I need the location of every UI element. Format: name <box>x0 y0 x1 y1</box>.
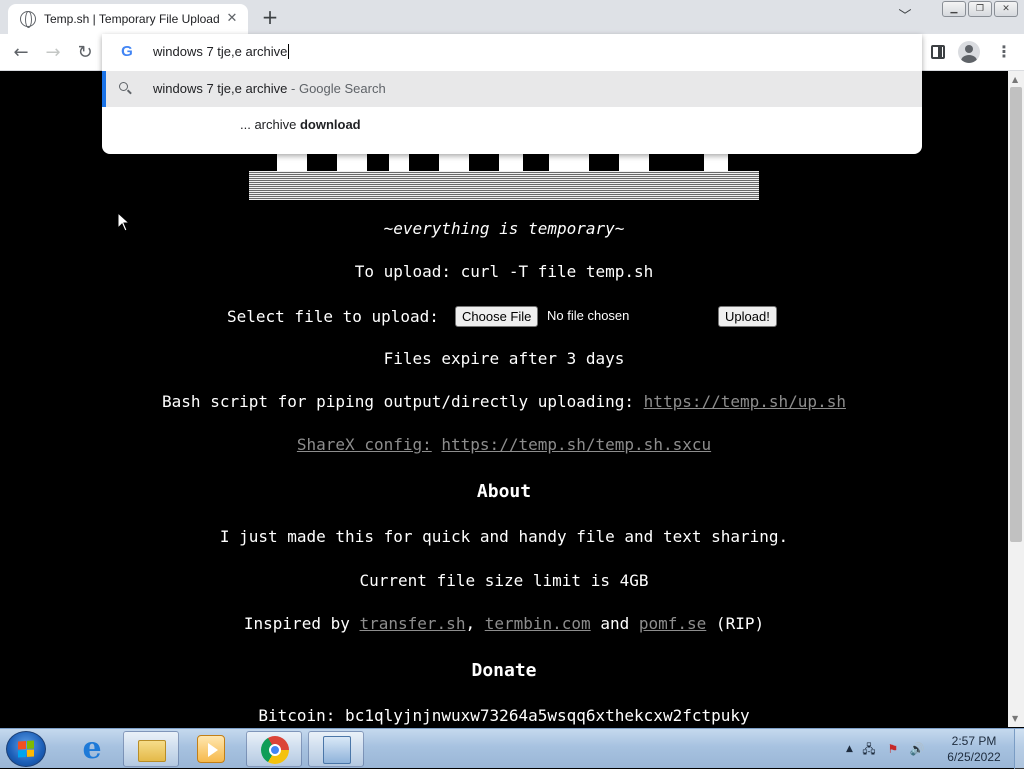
sharex-file-link[interactable]: https://temp.sh/temp.sh.sxcu <box>441 435 711 454</box>
scroll-down-arrow-icon[interactable]: ▼ <box>1012 714 1018 723</box>
upload-command: To upload: curl -T file temp.sh <box>354 262 654 281</box>
text-caret <box>288 44 290 59</box>
network-icon[interactable]: 🖧 <box>861 741 877 757</box>
omnibox-input[interactable]: G windows 7 tje,e archive <box>102 34 922 71</box>
about-text: I just made this for quick and handy fil… <box>219 527 789 546</box>
minimize-button[interactable]: ▁ <box>942 1 966 17</box>
chrome-icon <box>261 736 289 764</box>
media-player-icon <box>197 735 225 763</box>
back-button[interactable]: ← <box>8 40 34 66</box>
remote-desktop-icon <box>323 736 351 764</box>
forward-button[interactable]: → <box>40 40 66 66</box>
clock-time: 2:57 PM <box>951 734 997 748</box>
no-file-chosen-text: No file chosen <box>547 308 630 323</box>
folder-icon <box>138 740 166 762</box>
omnibox-text: windows 7 tje,e archive <box>153 44 288 59</box>
about-heading: About <box>476 481 532 502</box>
windows-flag-icon <box>18 740 34 758</box>
tab-close-icon[interactable]: ✕ <box>224 11 240 27</box>
pomf-link[interactable]: pomf.se <box>639 614 706 633</box>
globe-icon <box>20 11 36 28</box>
bitcoin-address: Bitcoin: bc1qlyjnjnwuxw73264a5wsqq6xthek… <box>258 706 750 725</box>
browser-tab[interactable]: Temp.sh | Temporary File Upload ✕ <box>8 4 248 34</box>
scrollbar-thumb[interactable] <box>1010 87 1022 542</box>
window-controls: ▁ ❐ ✕ <box>942 1 1018 17</box>
upload-form: Select file to upload: Choose File No fi… <box>0 305 1008 329</box>
bash-script-label: Bash script for piping output/directly u… <box>162 392 644 411</box>
suggestion-prefix: ... archive <box>240 117 300 132</box>
suggestion-google-search[interactable]: windows 7 tje,e archive - Google Search <box>102 71 922 107</box>
start-button[interactable] <box>6 731 46 767</box>
sharex-line: ShareX config: https://temp.sh/temp.sh.s… <box>0 435 1008 454</box>
scroll-up-arrow-icon[interactable]: ▲ <box>1012 75 1018 84</box>
show-hidden-icons-arrow-icon[interactable]: ▲ <box>846 744 853 754</box>
bash-script-link[interactable]: https://temp.sh/up.sh <box>644 392 846 411</box>
taskbar-internet-explorer[interactable]: e <box>64 731 120 767</box>
suggestion-text: windows 7 tje,e archive <box>153 81 288 96</box>
tab-search-chevron-icon[interactable]: ﹀ <box>896 8 914 26</box>
transfer-sh-link[interactable]: transfer.sh <box>359 614 465 633</box>
donate-heading: Donate <box>471 660 537 681</box>
tagline: ~everything is temporary~ <box>383 219 625 238</box>
inspired-rip: (RIP) <box>706 614 765 633</box>
selection-indicator <box>102 71 106 107</box>
expire-text: Files expire after 3 days <box>383 349 625 368</box>
suggestion-bold: download <box>299 117 361 132</box>
upload-button[interactable]: Upload! <box>718 306 777 327</box>
internet-explorer-icon: e <box>82 731 102 766</box>
inspired-label: Inspired by <box>243 614 360 633</box>
windows-taskbar: e ▲ 🖧 ⚑ 🔊 2:57 PM 6/25/2022 <box>0 728 1024 769</box>
termbin-link[interactable]: termbin.com <box>485 614 591 633</box>
suggestion-completion[interactable]: ... archive download <box>102 107 922 143</box>
reload-button[interactable]: ↻ <box>72 40 98 66</box>
size-limit-text: Current file size limit is 4GB <box>359 571 649 590</box>
bash-script-line: Bash script for piping output/directly u… <box>0 392 1008 411</box>
close-window-button[interactable]: ✕ <box>994 1 1018 17</box>
inspired-and: and <box>590 614 639 633</box>
side-panel-icon[interactable] <box>931 45 945 59</box>
inspired-separator: , <box>465 614 485 633</box>
google-g-icon: G <box>121 43 133 60</box>
show-desktop-button[interactable] <box>1014 729 1024 769</box>
taskbar-file-explorer[interactable] <box>123 731 179 767</box>
tab-title: Temp.sh | Temporary File Upload <box>44 12 220 26</box>
taskbar-media-player[interactable] <box>183 731 239 767</box>
menu-kebab-icon[interactable]: ⋮ <box>996 42 1012 62</box>
select-file-label: Select file to upload: <box>227 307 439 326</box>
omnibox-dropdown: G windows 7 tje,e archive windows 7 tje,… <box>102 34 922 154</box>
page-content: ~everything is temporary~ To upload: cur… <box>0 71 1008 727</box>
volume-icon[interactable]: 🔊 <box>909 741 925 757</box>
page-scrollbar[interactable]: ▲ ▼ <box>1008 71 1024 727</box>
taskbar-remote-desktop[interactable] <box>308 731 364 767</box>
system-tray: ▲ 🖧 ⚑ 🔊 <box>846 729 925 769</box>
new-tab-button[interactable]: + <box>259 6 281 28</box>
suggestion-suffix: - Google Search <box>287 81 386 96</box>
search-icon <box>119 82 132 95</box>
action-center-flag-icon[interactable]: ⚑ <box>885 741 901 757</box>
clock-date: 6/25/2022 <box>947 750 1001 764</box>
restore-button[interactable]: ❐ <box>968 1 992 17</box>
profile-avatar[interactable] <box>958 41 980 63</box>
taskbar-chrome[interactable] <box>246 731 302 767</box>
tab-strip: Temp.sh | Temporary File Upload ✕ + ﹀ ▁ … <box>0 0 1024 34</box>
system-clock[interactable]: 2:57 PM 6/25/2022 <box>938 733 1010 765</box>
sharex-config-link[interactable]: ShareX config: <box>297 435 432 454</box>
choose-file-button[interactable]: Choose File <box>455 306 539 327</box>
inspired-line: Inspired by transfer.sh, termbin.com and… <box>0 614 1008 633</box>
